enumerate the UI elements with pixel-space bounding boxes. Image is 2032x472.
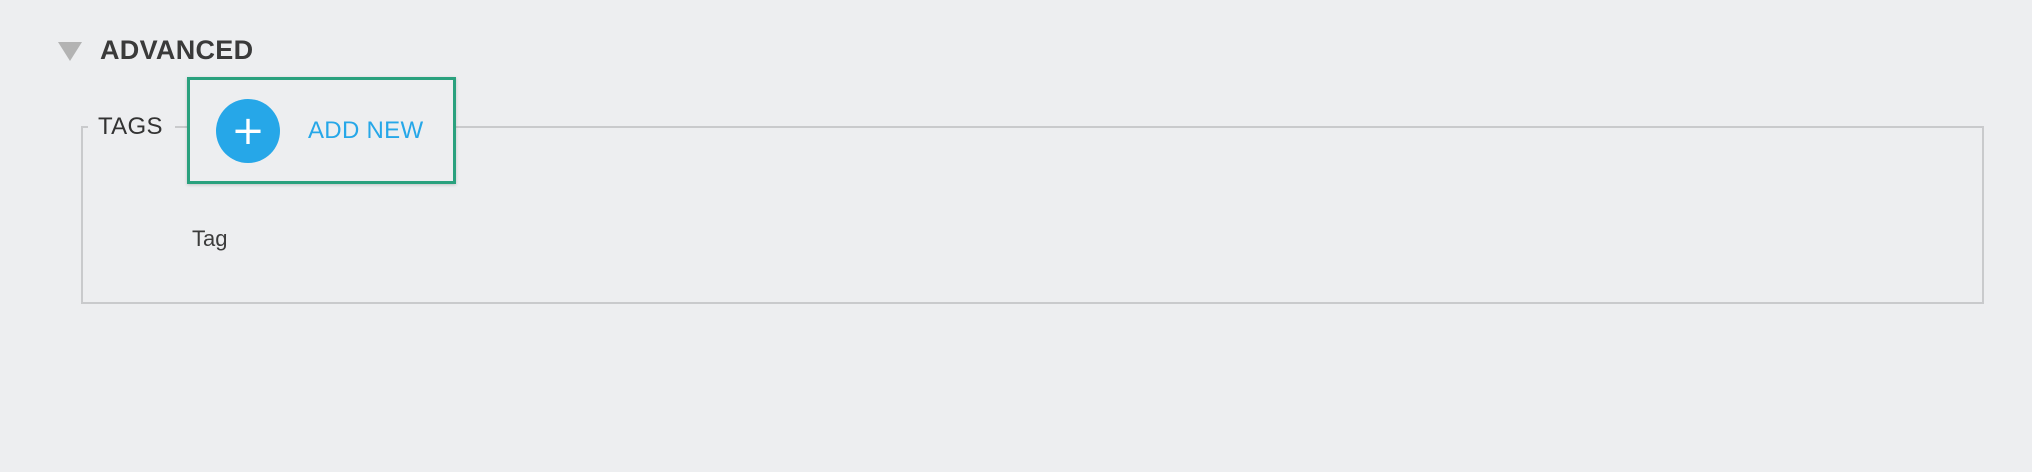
section-title: ADVANCED (100, 34, 254, 65)
triangle-down-icon[interactable] (58, 41, 82, 61)
page: ADVANCED TAGS + ADD NEW Tag (0, 0, 2032, 472)
tag-field-label: Tag (192, 226, 228, 251)
add-new-tag-button[interactable]: + ADD NEW (187, 77, 456, 184)
tags-legend: TAGS (88, 104, 175, 150)
add-new-label[interactable]: ADD NEW (308, 117, 423, 145)
plus-icon[interactable]: + (216, 98, 280, 163)
advanced-section-toggle[interactable]: ADVANCED (58, 30, 253, 70)
plus-glyph: + (231, 107, 265, 154)
tags-legend-label: TAGS (98, 113, 163, 140)
